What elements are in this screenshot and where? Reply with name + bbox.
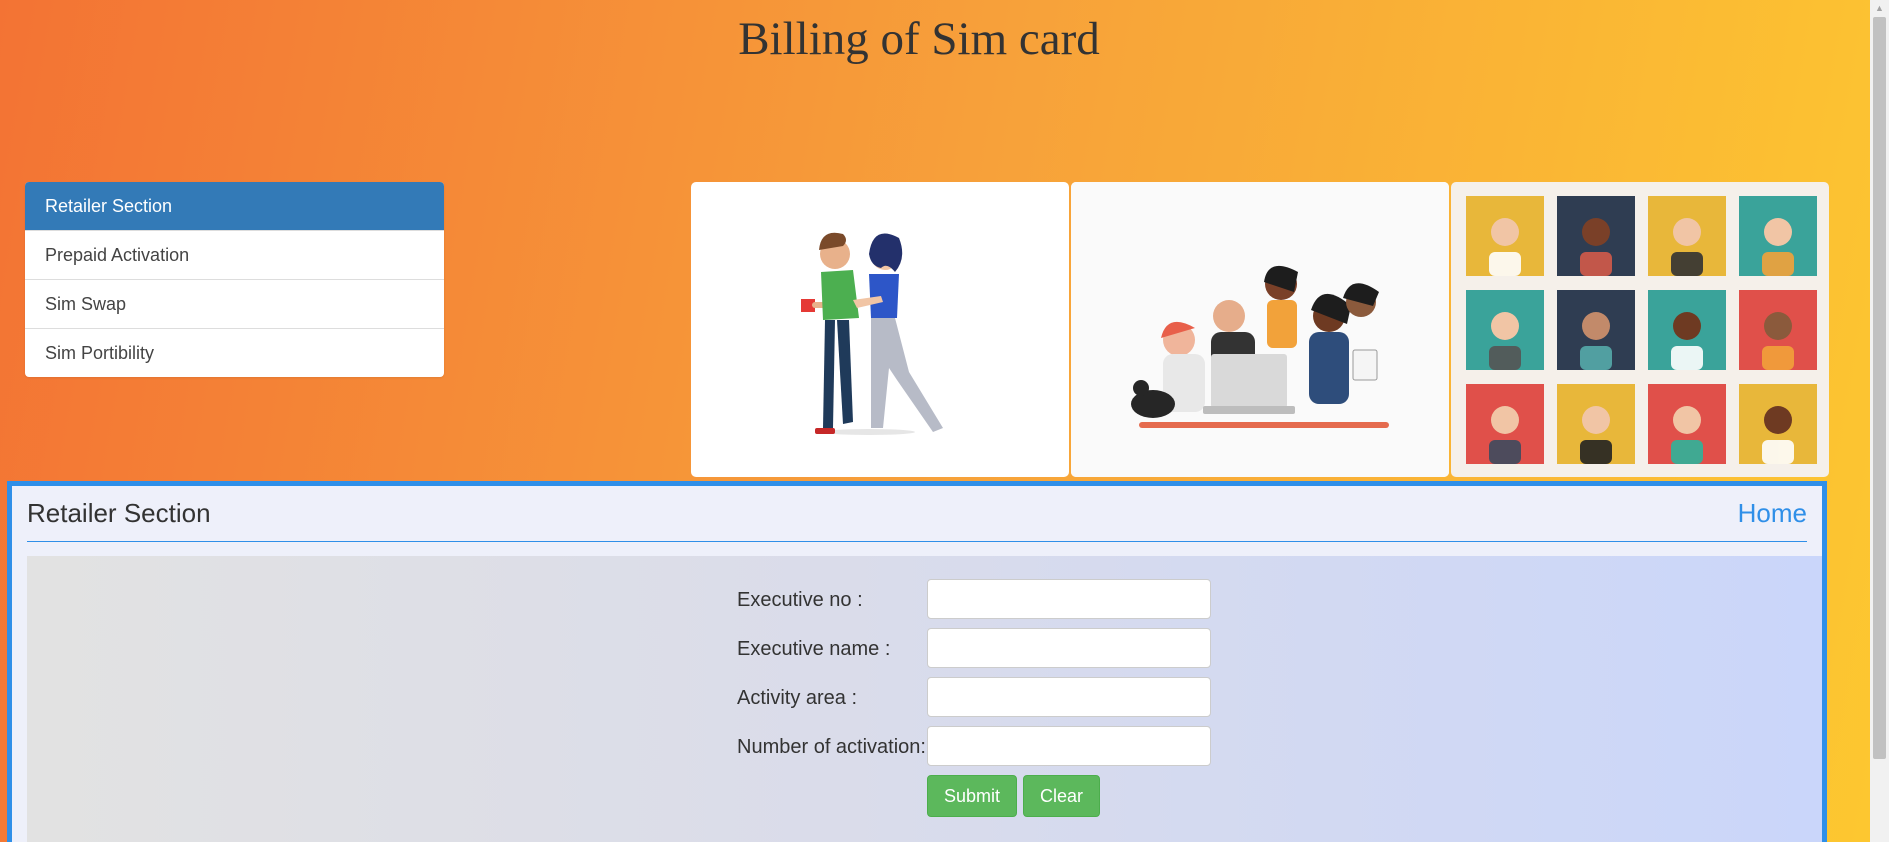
menu-item-prepaid-activation[interactable]: Prepaid Activation	[25, 230, 444, 279]
activity-area-label: Activity area :	[737, 687, 858, 709]
executive-no-label: Executive no :	[737, 589, 863, 611]
form-buttons: Submit Clear	[927, 775, 1101, 817]
executive-name-input[interactable]	[927, 628, 1211, 668]
gallery-image-team	[1071, 182, 1449, 477]
panel-header: Retailer Section Home	[27, 486, 1807, 542]
image-gallery	[691, 182, 1831, 477]
sidebar-menu: Retailer Section Prepaid Activation Sim …	[25, 182, 444, 377]
gallery-image-couple	[691, 182, 1069, 477]
clear-button[interactable]: Clear	[1023, 775, 1101, 817]
home-link[interactable]: Home	[1738, 498, 1807, 529]
vertical-scrollbar[interactable]: ▲	[1870, 0, 1889, 842]
retailer-panel: Retailer Section Home Executive no : Exe…	[7, 481, 1827, 842]
avatar-grid-illustration	[1466, 196, 1817, 464]
number-of-activation-input[interactable]	[927, 726, 1211, 766]
scrollbar-thumb[interactable]	[1873, 17, 1886, 759]
number-of-activation-label: Number of activation:	[737, 736, 926, 758]
submit-button[interactable]: Submit	[927, 775, 1018, 817]
couple-walking-illustration	[801, 232, 943, 435]
menu-item-retailer-section[interactable]: Retailer Section	[25, 182, 444, 230]
menu-item-sim-portibility[interactable]: Sim Portibility	[25, 328, 444, 377]
activity-area-input[interactable]	[927, 677, 1211, 717]
panel-body: Executive no : Executive name : Activity…	[27, 556, 1822, 842]
team-at-laptop-illustration	[1071, 182, 1449, 477]
gallery-image-avatars	[1451, 182, 1829, 477]
scroll-up-arrow-icon[interactable]: ▲	[1870, 0, 1889, 17]
panel-title: Retailer Section	[27, 498, 211, 528]
page-title: Billing of Sim card	[738, 13, 1100, 65]
executive-name-label: Executive name :	[737, 638, 891, 660]
menu-item-sim-swap[interactable]: Sim Swap	[25, 279, 444, 328]
executive-no-input[interactable]	[927, 579, 1211, 619]
